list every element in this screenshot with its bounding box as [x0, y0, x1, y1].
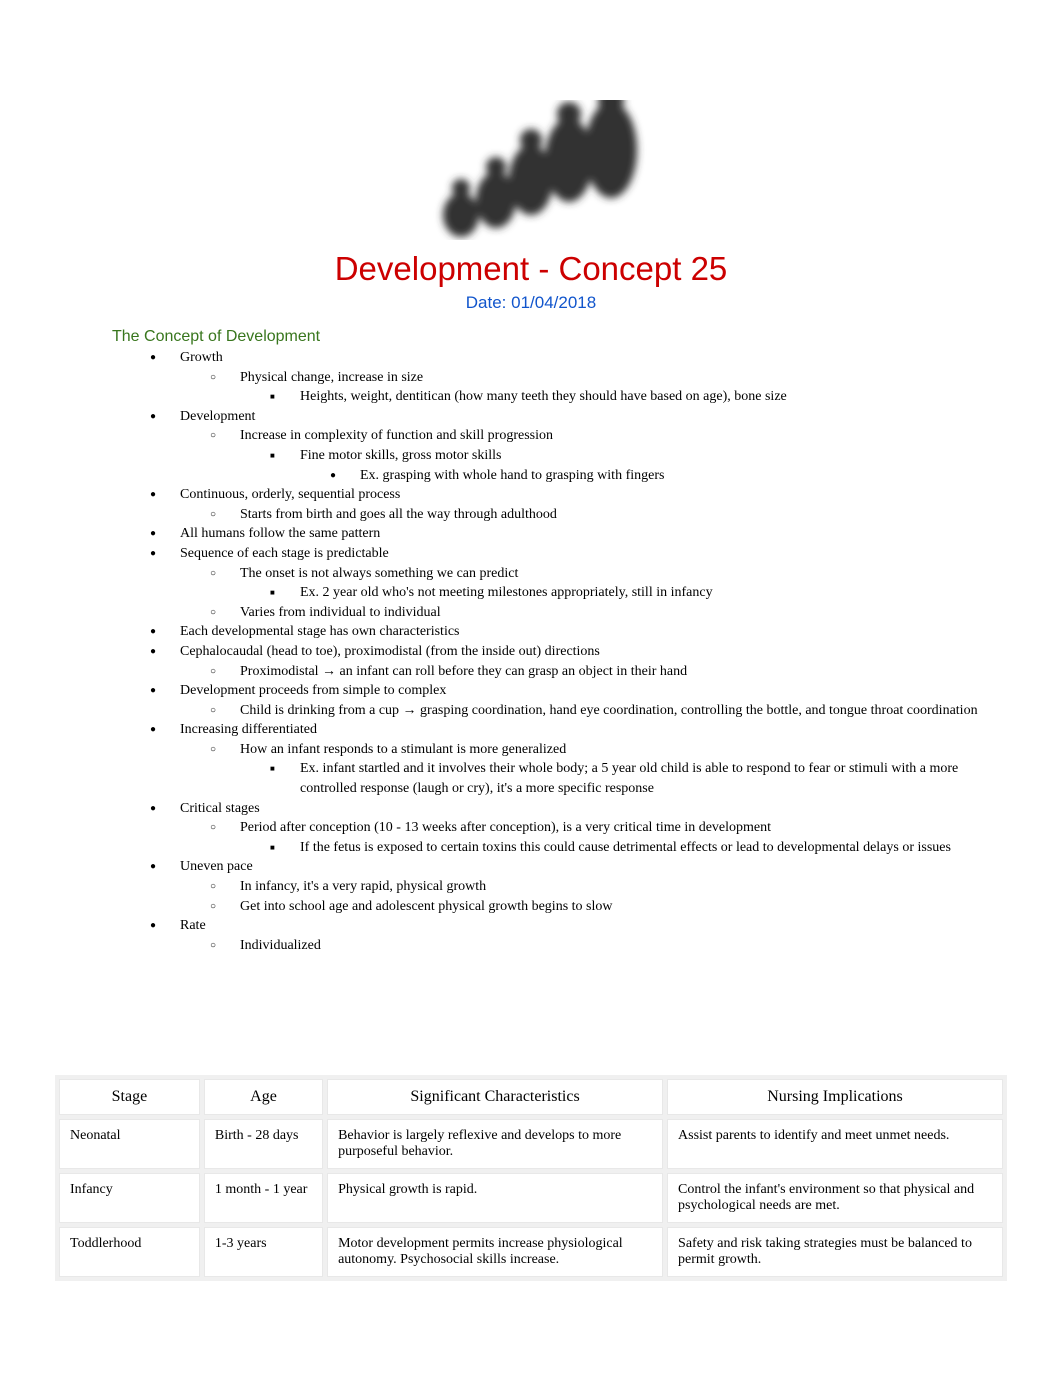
cell-stage: Infancy [59, 1173, 200, 1223]
list-item: Period after conception (10 - 13 weeks a… [210, 818, 1012, 857]
cell-nursing: Safety and risk taking strategies must b… [667, 1227, 1003, 1277]
table-row: Neonatal Birth - 28 days Behavior is lar… [59, 1119, 1003, 1169]
cell-nursing: Control the infant's environment so that… [667, 1173, 1003, 1223]
list-item: Critical stages Period after conception … [150, 799, 1012, 858]
table-row: Toddlerhood 1-3 years Motor development … [59, 1227, 1003, 1277]
list-item: Ex. infant startled and it involves thei… [270, 759, 1012, 798]
header-logo-image [50, 100, 1012, 240]
list-item: Heights, weight, dentitican (how many te… [270, 387, 1012, 407]
list-item: Increasing differentiated How an infant … [150, 720, 1012, 798]
list-item: Starts from birth and goes all the way t… [210, 505, 1012, 525]
cell-characteristics: Behavior is largely reflexive and develo… [327, 1119, 663, 1169]
cell-age: 1-3 years [204, 1227, 323, 1277]
document-title: Development - Concept 25 [50, 250, 1012, 288]
list-item: Development Increase in complexity of fu… [150, 407, 1012, 485]
development-stages-table: Stage Age Significant Characteristics Nu… [55, 1075, 1007, 1281]
list-item: Get into school age and adolescent physi… [210, 897, 1012, 917]
table-header-nursing: Nursing Implications [667, 1079, 1003, 1115]
list-item: Varies from individual to individual [210, 603, 1012, 623]
list-item: Fine motor skills, gross motor skills Ex… [270, 446, 1012, 485]
list-item: In infancy, it's a very rapid, physical … [210, 877, 1012, 897]
cell-characteristics: Physical growth is rapid. [327, 1173, 663, 1223]
list-item: How an infant responds to a stimulant is… [210, 740, 1012, 799]
cell-characteristics: Motor development permits increase physi… [327, 1227, 663, 1277]
list-item: Each developmental stage has own charact… [150, 622, 1012, 642]
list-item: Continuous, orderly, sequential process … [150, 485, 1012, 524]
list-item: Growth Physical change, increase in size… [150, 348, 1012, 407]
list-item: Rate Individualized [150, 916, 1012, 955]
list-item: Child is drinking from a cup → grasping … [210, 701, 1012, 721]
list-item: Physical change, increase in size Height… [210, 368, 1012, 407]
cell-nursing: Assist parents to identify and meet unme… [667, 1119, 1003, 1169]
list-item: Cephalocaudal (head to toe), proximodist… [150, 642, 1012, 681]
list-item: All humans follow the same pattern [150, 524, 1012, 544]
list-item: Proximodistal → an infant can roll befor… [210, 662, 1012, 682]
list-item: The onset is not always something we can… [210, 564, 1012, 603]
table-header-age: Age [204, 1079, 323, 1115]
section-heading: The Concept of Development [112, 328, 1012, 346]
table-row: Infancy 1 month - 1 year Physical growth… [59, 1173, 1003, 1223]
cell-stage: Toddlerhood [59, 1227, 200, 1277]
list-item: Ex. grasping with whole hand to grasping… [330, 466, 1012, 486]
table-header-stage: Stage [59, 1079, 200, 1115]
list-item: Uneven pace In infancy, it's a very rapi… [150, 857, 1012, 916]
cell-stage: Neonatal [59, 1119, 200, 1169]
list-item: If the fetus is exposed to certain toxin… [270, 838, 1012, 858]
cell-age: 1 month - 1 year [204, 1173, 323, 1223]
list-item: Individualized [210, 936, 1012, 956]
list-item: Ex. 2 year old who's not meeting milesto… [270, 583, 1012, 603]
table-header-characteristics: Significant Characteristics [327, 1079, 663, 1115]
list-item: Sequence of each stage is predictable Th… [150, 544, 1012, 622]
list-item: Increase in complexity of function and s… [210, 426, 1012, 485]
list-item: Development proceeds from simple to comp… [150, 681, 1012, 720]
concept-bullet-list: Growth Physical change, increase in size… [150, 348, 1012, 955]
cell-age: Birth - 28 days [204, 1119, 323, 1169]
document-date: Date: 01/04/2018 [50, 293, 1012, 313]
